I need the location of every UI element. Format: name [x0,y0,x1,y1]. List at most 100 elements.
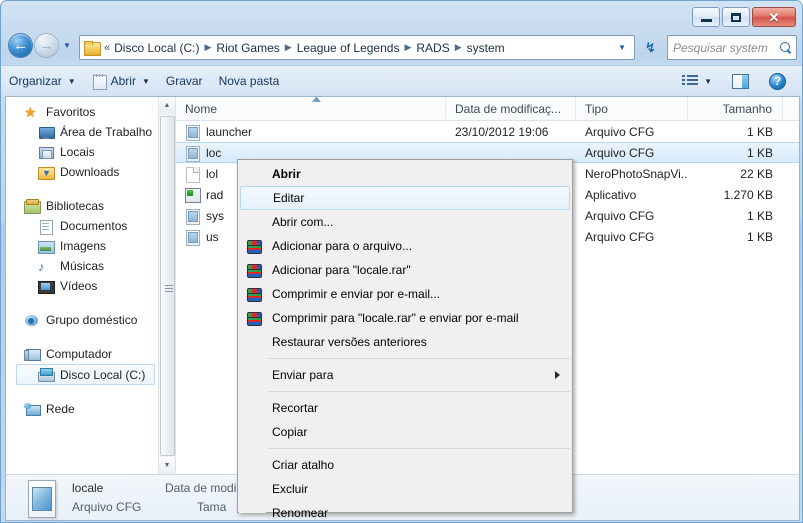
close-button[interactable]: ✕ [752,7,796,27]
menu-item-adicionar-para-locale-rar[interactable]: Adicionar para "locale.rar" [238,258,572,282]
breadcrumb-item-0[interactable]: Disco Local (C:) [113,41,200,55]
menu-item-copiar[interactable]: Copiar [238,420,572,444]
sidebar-item-bibliotecas[interactable]: Bibliotecas [6,196,159,216]
breadcrumb-item-4[interactable]: system [466,41,506,55]
desktop-icon [38,125,55,140]
folder-icon [84,41,101,56]
address-breadcrumb-bar[interactable]: « Disco Local (C:) ▶ Riot Games ▶ League… [79,35,635,60]
star-icon: ★ [24,103,37,120]
sidebar-item-locais[interactable]: Locais [6,142,159,162]
table-row[interactable]: launcher 23/10/2012 19:06 Arquivo CFG 1 … [176,121,799,142]
menu-label: Recortar [272,401,319,415]
menu-label: Adicionar para "locale.rar" [272,263,411,277]
context-menu[interactable]: Abrir Editar Abrir com... Adicionar para… [237,159,573,520]
minimize-button[interactable] [692,7,720,27]
back-button[interactable]: ← [8,33,33,58]
burn-button[interactable]: Gravar [158,69,211,93]
menu-separator [268,448,570,449]
address-chevron-down-icon[interactable]: ▼ [614,43,632,52]
file-size-cell: 22 KB [740,166,773,181]
column-header-tipo[interactable]: Tipo [576,97,688,120]
sort-ascending-icon [312,97,321,102]
breadcrumb-item-3[interactable]: RADS [415,41,450,55]
column-header-tamanho[interactable]: Tamanho [688,97,783,120]
music-note-icon: ♪ [38,258,45,274]
breadcrumb-item-1[interactable]: Riot Games [215,41,280,55]
menu-item-excluir[interactable]: Excluir [238,477,572,501]
places-icon [38,145,54,160]
breadcrumb-separator-1[interactable]: ▶ [281,42,296,53]
sidebar-item-grupo-domestico[interactable]: Grupo doméstico [6,310,159,330]
menu-label: Renomear [272,506,329,520]
computer-icon [24,347,41,362]
organize-label: Organizar [9,74,62,88]
sidebar-item-area-de-trabalho[interactable]: Área de Trabalho [6,122,159,142]
refresh-button[interactable]: ↯ [639,35,662,60]
scrollbar-thumb[interactable] [160,116,175,456]
menu-item-comprimir-locale-rar-enviar-email[interactable]: Comprimir para "locale.rar" e enviar por… [238,306,572,330]
preview-pane-button[interactable] [724,69,757,93]
column-label: Tamanho [722,101,772,116]
column-header-nome[interactable]: Nome [176,97,446,120]
sidebar-label: Documentos [60,219,128,233]
sidebar-label: Locais [60,145,95,159]
sidebar-item-computador[interactable]: Computador [6,344,159,364]
column-header-data-modificacao[interactable]: Data de modificaç... [446,97,576,120]
file-size-cell: 1 KB [746,124,773,139]
menu-item-abrir[interactable]: Abrir [238,162,572,186]
details-size-label: Tama [197,500,227,514]
search-box[interactable]: Pesquisar system [667,35,797,60]
sidebar-item-favoritos[interactable]: ★ Favoritos [6,102,159,122]
menu-item-criar-atalho[interactable]: Criar atalho [238,453,572,477]
video-icon [38,279,55,294]
search-input[interactable]: Pesquisar system [673,41,780,55]
change-view-button[interactable]: ▼ [674,69,720,93]
menu-item-renomear[interactable]: Renomear [238,501,572,522]
sidebar-item-downloads[interactable]: Downloads [6,162,159,182]
maximize-button[interactable] [722,7,750,27]
menu-item-comprimir-enviar-email[interactable]: Comprimir e enviar por e-mail... [238,282,572,306]
new-folder-button[interactable]: Nova pasta [211,69,288,93]
breadcrumb-item-2[interactable]: League of Legends [296,41,401,55]
menu-item-adicionar-para-arquivo[interactable]: Adicionar para o arquivo... [238,234,572,258]
open-button[interactable]: Abrir ▼ [84,69,158,93]
sidebar-scrollbar[interactable]: ▲ ▼ [158,97,175,474]
file-size-cell: 1 KB [746,145,773,160]
menu-label: Copiar [272,425,308,439]
burn-label: Gravar [165,74,203,88]
breadcrumb-separator-0[interactable]: ▶ [200,42,215,53]
navigation-tree: ★ Favoritos Área de Trabalho Locais Down… [6,97,159,419]
picture-icon [38,239,55,254]
sidebar-label: Downloads [60,165,120,179]
menu-label: Editar [273,191,305,205]
minimize-icon [700,19,712,22]
scroll-down-arrow-icon[interactable]: ▼ [159,457,175,474]
sidebar-item-documentos[interactable]: Documentos [6,216,159,236]
breadcrumb-separator-2[interactable]: ▶ [400,42,415,53]
menu-item-recortar[interactable]: Recortar [238,396,572,420]
help-button[interactable]: ? [761,69,794,93]
sidebar-label: Rede [46,402,75,416]
forward-button[interactable]: → [34,33,59,58]
menu-item-restaurar-versoes-anteriores[interactable]: Restaurar versões anteriores [238,330,572,354]
sidebar-item-imagens[interactable]: Imagens [6,236,159,256]
menu-item-abrir-com[interactable]: Abrir com... [238,210,572,234]
sidebar-item-disco-local-c[interactable]: Disco Local (C:) [16,364,155,385]
breadcrumb-separator-3[interactable]: ▶ [451,42,466,53]
menu-item-enviar-para[interactable]: Enviar para [238,363,572,387]
recent-locations-chevron-down-icon[interactable]: ▼ [63,41,71,50]
menu-item-editar[interactable]: Editar [240,186,570,210]
sidebar-item-musicas[interactable]: ♪ Músicas [6,256,159,276]
sidebar-item-videos[interactable]: Vídeos [6,276,159,296]
sidebar-item-rede[interactable]: Rede [6,399,159,419]
column-label: Nome [185,101,218,116]
help-icon: ? [769,72,786,90]
organize-button[interactable]: Organizar ▼ [1,69,84,93]
file-name: lol [206,166,219,181]
back-arrow-icon: ← [13,37,28,54]
breadcrumb-overflow[interactable]: « [103,42,113,54]
sidebar-label: Vídeos [60,279,98,293]
scroll-up-arrow-icon[interactable]: ▲ [159,97,175,114]
network-icon [24,402,41,417]
sidebar-label: Computador [46,347,113,361]
